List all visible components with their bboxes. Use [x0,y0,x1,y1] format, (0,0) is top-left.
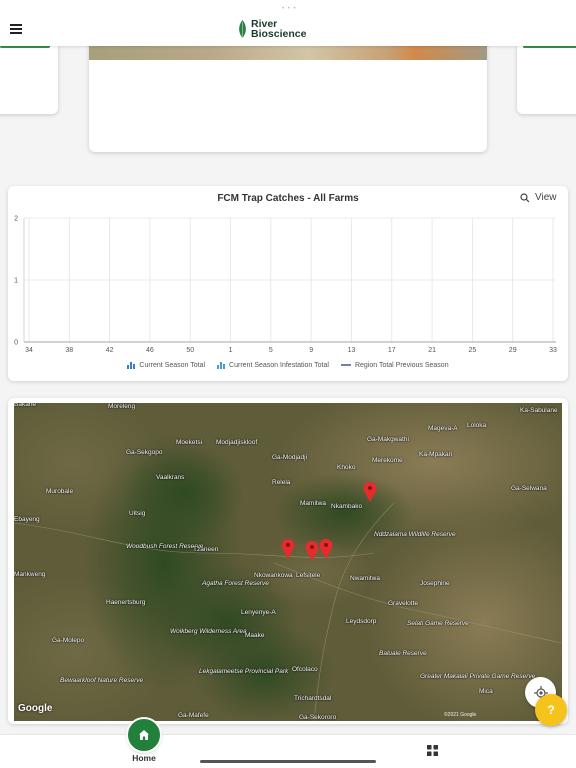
logo-text: River Bioscience [251,19,307,40]
x-tick-label: 13 [348,347,356,354]
top-dots: • • • [282,6,297,12]
legend-label: Region Total Previous Season [354,361,449,369]
legend-label: Current Season Total [139,361,206,369]
legend-item[interactable]: Current Season Total [127,361,205,369]
legend-item[interactable]: Region Total Previous Season [340,361,449,369]
home-icon [139,730,149,740]
x-tick-label: 1 [229,347,233,354]
map-pin-icon[interactable] [305,541,319,561]
x-tick-label: 5 [269,347,273,354]
x-tick-label: 33 [549,347,557,354]
logo-line-2: Bioscience [251,28,307,40]
satellite-map[interactable]: Bakane Moreleng Moeketsi Ga-Sekgopo Vaalkran… [14,403,562,721]
google-logo: Google [18,703,53,714]
river-bioscience-logo: River Bioscience [238,17,306,41]
map-copyright: ©2021 Google [444,712,477,718]
x-tick-label: 9 [309,347,313,354]
hamburger-menu-icon[interactable] [10,24,22,34]
y-tick-label: 2 [14,216,18,223]
top-app-bar: • • • River Bioscience [0,0,576,46]
legend-label: Current Season Infestation Total [229,361,329,369]
chart-legend: Current Season Total Current Season Infe… [0,361,576,369]
legend-item[interactable]: Current Season Infestation Total [217,361,329,369]
help-button[interactable]: ? [535,694,567,726]
home-button[interactable] [126,717,162,753]
grid-icon[interactable] [427,745,438,756]
x-tick-label: 21 [428,347,436,354]
home-indicator [200,760,376,763]
home-label[interactable]: Home [124,753,164,763]
map-pin-icon[interactable] [281,539,295,559]
bar-chart-icon [217,362,226,369]
x-tick-label: 29 [509,347,517,354]
map-pin-icon[interactable] [319,539,333,559]
x-tick-label: 46 [146,347,154,354]
x-tick-label: 34 [25,347,33,354]
x-tick-label: 50 [186,347,194,354]
x-tick-label: 25 [469,347,477,354]
bar-chart-icon [127,362,136,369]
x-tick-label: 17 [388,347,396,354]
leaf-icon [239,20,246,38]
map-markers [281,482,377,561]
y-tick-label: 0 [14,340,18,347]
trap-catches-chart: 34 38 42 46 50 1 5 9 13 17 21 25 29 33 0 1 2 [14,216,557,355]
x-tick-label: 42 [106,347,114,354]
map-pin-icon[interactable] [363,482,377,502]
line-icon [340,364,351,366]
y-tick-label: 1 [14,278,18,285]
x-tick-label: 38 [65,347,73,354]
